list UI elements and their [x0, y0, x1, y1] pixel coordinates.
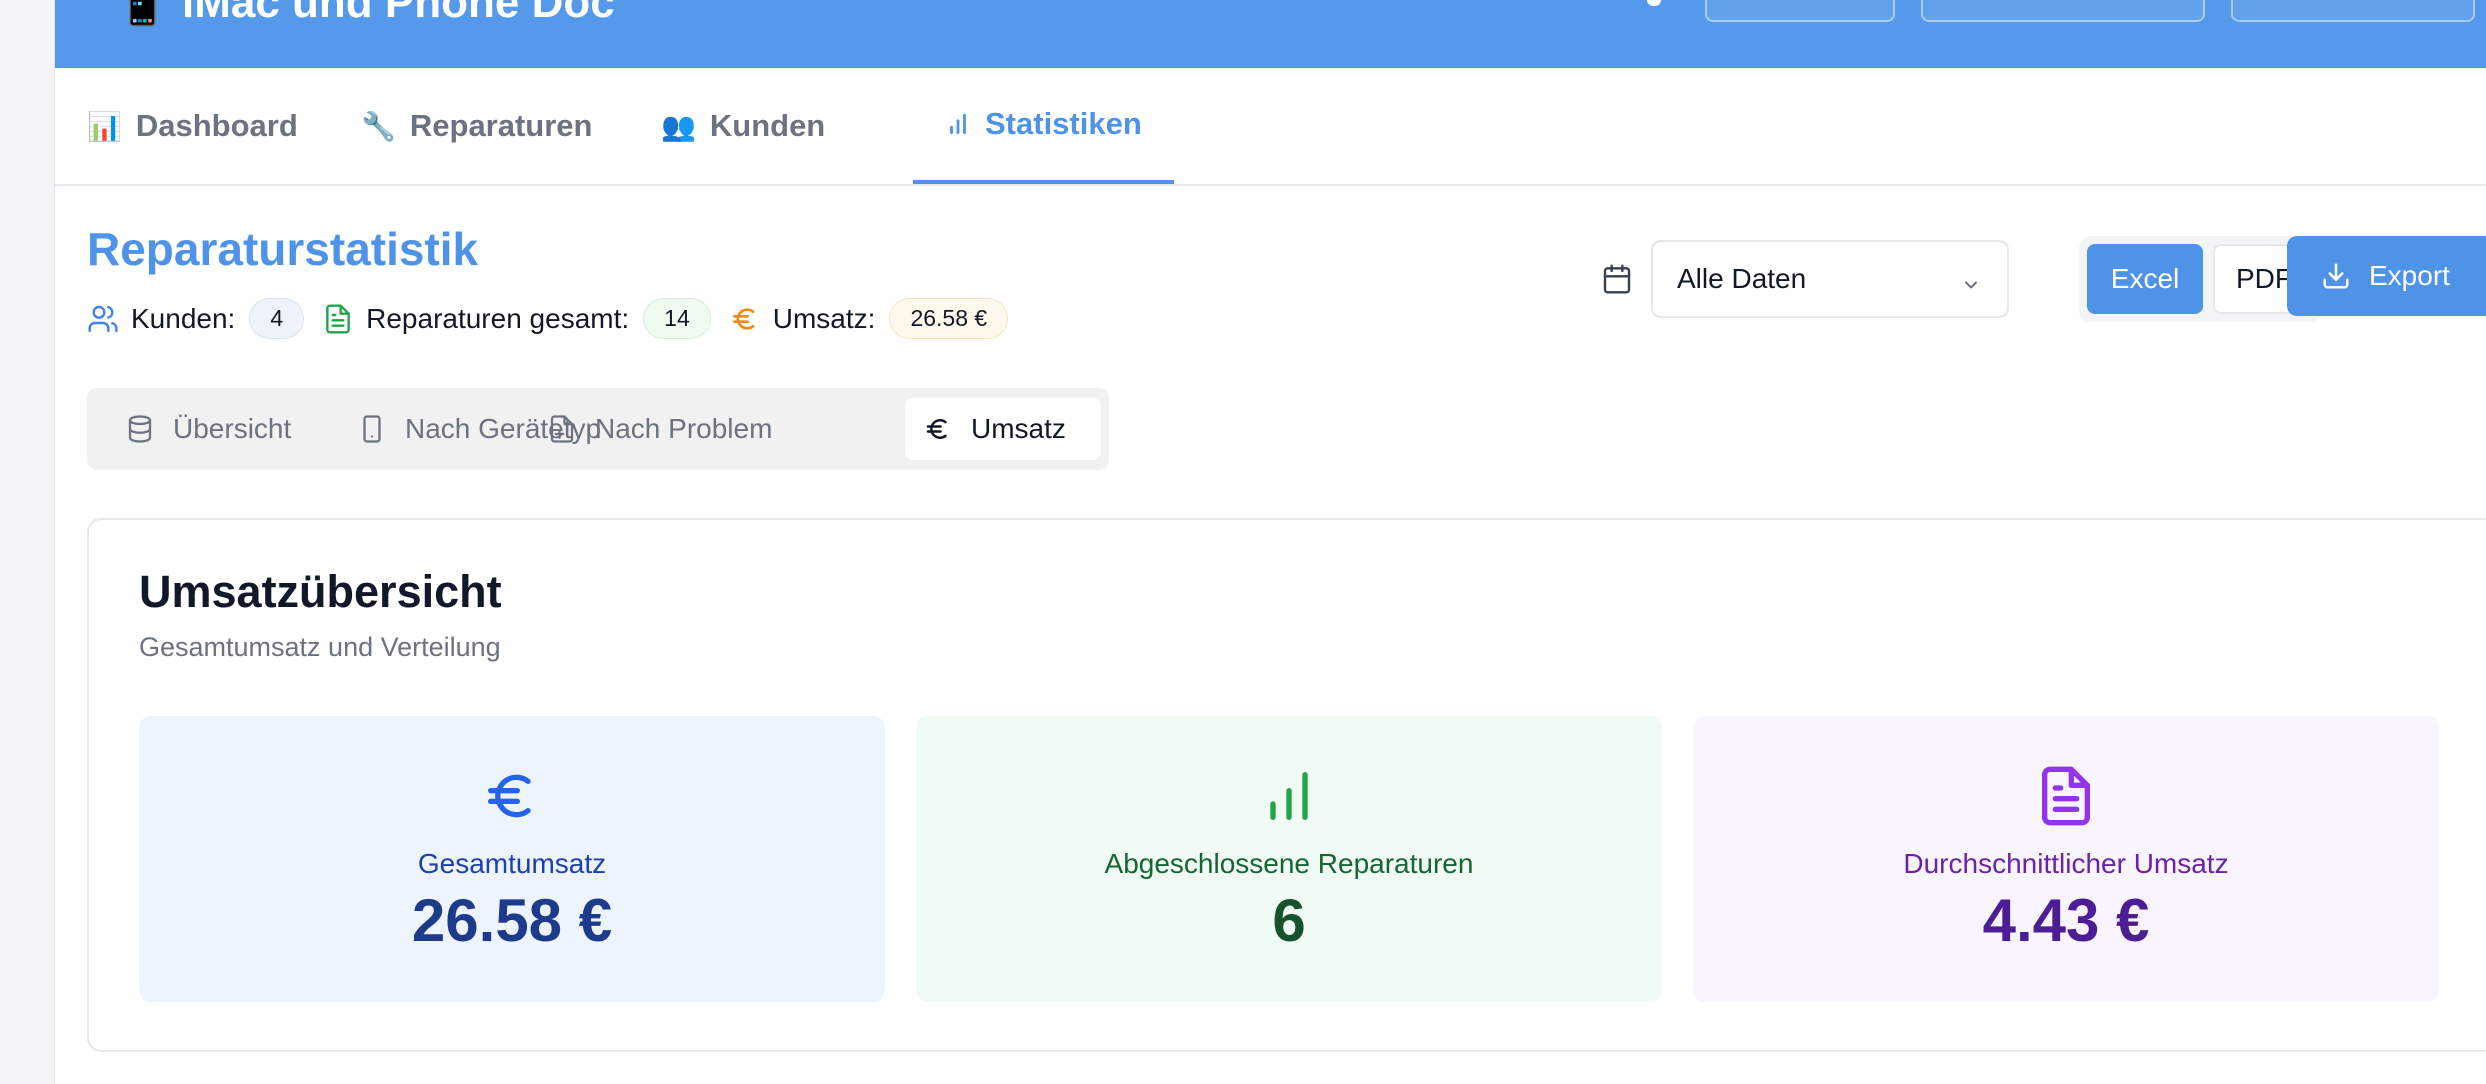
metric-average-revenue: Durchschnittlicher Umsatz 4.43 € — [1693, 716, 2439, 1002]
main-nav: 📊 Dashboard 🔧 Reparaturen 👥 Kunden Stati… — [55, 68, 2486, 186]
euro-icon — [729, 303, 761, 335]
statistics-subtabs: Übersicht Nach Gerätetyp Nach Problem Um… — [87, 388, 1109, 470]
subtab-label: Nach Problem — [595, 413, 773, 444]
subtab-uebersicht[interactable]: Übersicht — [107, 398, 309, 460]
revenue-badge: 26.58 € — [889, 298, 1009, 339]
euro-icon — [923, 414, 953, 444]
export-button[interactable]: Export — [2287, 236, 2486, 316]
chevron-down-icon — [1961, 270, 1981, 290]
repairs-label: Reparaturen gesamt: — [366, 302, 630, 334]
nav-tab-label: Kunden — [709, 108, 826, 143]
nav-tab-statistiken[interactable]: Statistiken — [913, 68, 1174, 184]
nav-tab-dashboard[interactable]: 📊 Dashboard — [87, 68, 298, 184]
app-header: 📱 iMac und Phone Doc — [55, 0, 2486, 68]
calendar-icon — [1601, 262, 1633, 296]
customers-count-badge: 4 — [249, 298, 305, 339]
chart-emoji-icon: 📊 — [87, 110, 122, 142]
database-icon — [125, 414, 155, 444]
card-title: Umsatzübersicht — [139, 566, 502, 617]
page-title: Reparaturstatistik — [87, 223, 479, 275]
file-text-icon — [2034, 764, 2098, 828]
subtab-label: Übersicht — [173, 413, 292, 444]
summary-stats: Kunden: 4 Reparaturen gesamt: 14 Umsatz:… — [87, 298, 1026, 339]
header-button-3[interactable] — [2231, 0, 2475, 22]
metric-label: Abgeschlossene Reparaturen — [1104, 848, 1474, 879]
metric-label: Durchschnittlicher Umsatz — [1903, 848, 2229, 879]
nav-tab-reparaturen[interactable]: 🔧 Reparaturen — [361, 68, 592, 184]
file-plus-icon — [547, 414, 577, 444]
bar-chart-icon — [945, 111, 971, 137]
header-button-1[interactable] — [1705, 0, 1895, 22]
subtab-umsatz[interactable]: Umsatz — [905, 398, 1101, 460]
metric-label: Gesamtumsatz — [417, 848, 607, 879]
customers-label: Kunden: — [131, 302, 236, 334]
revenue-overview-card: Umsatzübersicht Gesamtumsatz und Verteil… — [87, 518, 2486, 1052]
metric-value: 4.43 € — [1982, 887, 2150, 954]
smartphone-icon — [357, 414, 387, 444]
format-excel-button[interactable]: Excel — [2087, 244, 2203, 314]
file-text-icon — [322, 303, 354, 335]
bar-chart-icon — [1257, 764, 1321, 828]
header-button-2[interactable] — [1921, 0, 2205, 22]
nav-tab-label: Reparaturen — [409, 108, 593, 143]
metric-total-revenue: Gesamtumsatz 26.58 € — [139, 716, 885, 1002]
subtab-nach-problem[interactable]: Nach Problem — [529, 398, 790, 460]
export-label: Export — [2369, 260, 2450, 291]
date-filter-select[interactable]: Alle Daten — [1651, 240, 2009, 318]
euro-icon — [480, 764, 544, 828]
metric-value: 6 — [1272, 887, 1306, 954]
users-icon — [87, 303, 119, 335]
metric-completed-repairs: Abgeschlossene Reparaturen 6 — [916, 716, 1662, 1002]
subtab-label: Umsatz — [971, 413, 1066, 444]
app-title: 📱 iMac und Phone Doc — [115, 0, 615, 27]
status-dot-icon — [1647, 0, 1661, 6]
nav-tab-kunden[interactable]: 👥 Kunden — [661, 68, 825, 184]
revenue-label: Umsatz: — [772, 302, 876, 334]
repairs-count-badge: 14 — [643, 298, 711, 339]
metric-value: 26.58 € — [411, 887, 613, 954]
nav-tab-label: Dashboard — [135, 108, 298, 143]
people-emoji-icon: 👥 — [661, 110, 696, 142]
download-icon — [2321, 261, 2351, 291]
date-filter-value: Alle Daten — [1677, 263, 1807, 294]
nav-tab-label: Statistiken — [985, 106, 1142, 141]
wrench-emoji-icon: 🔧 — [361, 110, 396, 142]
app-window: 📱 iMac und Phone Doc 📊 Dashboard 🔧 Repar… — [54, 0, 2486, 1084]
card-subtitle: Gesamtumsatz und Verteilung — [139, 632, 501, 662]
